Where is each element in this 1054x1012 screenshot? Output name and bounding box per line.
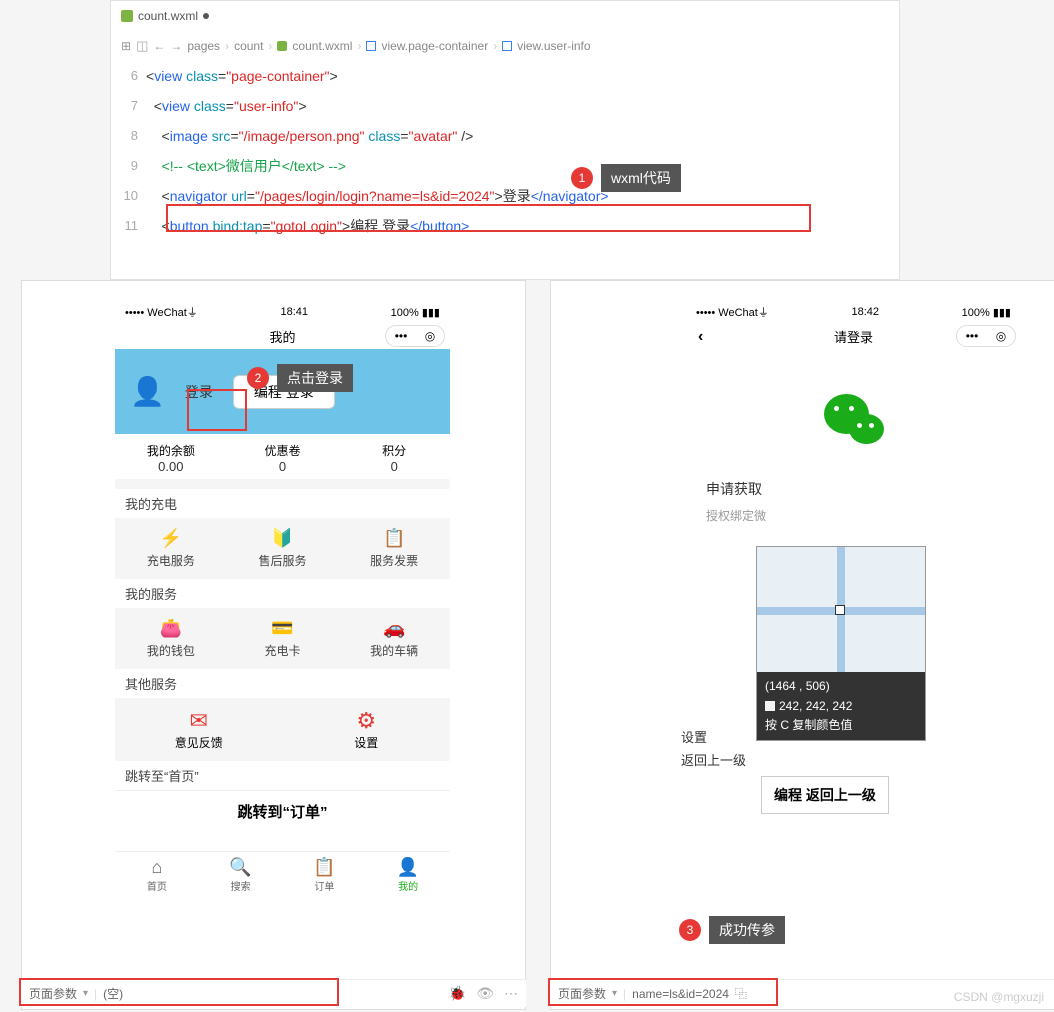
stats-row: 我的余额0.00 优惠卷0 积分0 [115,434,450,489]
tab-order[interactable]: 📋订单 [283,852,367,901]
simulator-panel-1: ••••• WeChat⏚ 18:41 100% ▮▮▮ 我的 •••◎ 👤 登… [21,280,526,1010]
mail-icon: ✉ [115,708,283,734]
highlight-params-value [548,978,778,1006]
callout-2: 2 点击登录 [247,364,353,392]
highlight-login-link [187,389,247,431]
tab-mine[interactable]: 👤我的 [366,852,450,901]
callout-1: 1 wxml代码 [571,164,681,192]
breadcrumb-seg[interactable]: pages [187,39,220,53]
section-service: 我的服务 [115,579,450,608]
grid-after-sale[interactable]: 🔰售后服务 [227,518,339,579]
callout-3: 3 成功传参 [679,916,785,944]
tabbar: ⌂首页 🔍搜索 📋订单 👤我的 [115,851,450,901]
car-icon: 🚗 [338,618,450,639]
wechat-logo-icon [819,389,889,449]
breadcrumb-seg[interactable]: count.wxml [292,39,352,53]
grid-feedback[interactable]: ✉意见反馈 [115,708,283,751]
section-other: 其他服务 [115,669,450,698]
callout-badge: 2 [247,367,269,389]
editor-tabs: count.wxml [111,1,899,31]
callout-label: 点击登录 [277,364,353,392]
file-icon [277,41,287,51]
stat-points[interactable]: 积分0 [338,434,450,479]
gear-icon: ⚙ [283,708,451,734]
picker-info: (1464 , 506) 242, 242, 242 按 C 复制颜色值 [757,672,925,740]
callout-label: wxml代码 [601,164,681,192]
person-icon: 👤 [130,375,165,408]
highlight-line-10 [166,204,811,232]
invoice-icon: 📋 [338,528,450,549]
modified-indicator [203,13,209,19]
auth-request-text: 申请获取 [686,479,1021,499]
back-icon[interactable]: ‹ [698,328,703,346]
home-icon: ⌂ [115,857,199,878]
capsule-buttons[interactable]: •••◎ [956,325,1016,347]
tab-filename: count.wxml [138,9,198,23]
grid-charge-service[interactable]: ⚡充电服务 [115,518,227,579]
phone-status-bar: ••••• WeChat⏚ 18:41 100% ▮▮▮ [115,301,450,323]
capsule-buttons[interactable]: •••◎ [385,325,445,347]
service-icon: 🔰 [227,528,339,549]
section-charging: 我的充电 [115,489,450,518]
grid-invoice[interactable]: 📋服务发票 [338,518,450,579]
element-icon [366,41,376,51]
element-icon [502,41,512,51]
picker-coord: (1464 , 506) [765,677,917,696]
wxml-file-icon [121,10,133,22]
page-params-bar-1: 页面参数 ▾ | (空) 🐞 👁 ⋯ [21,979,526,1007]
phone-nav-title: 我的 •••◎ [115,323,450,349]
breadcrumb-seg[interactable]: count [234,39,263,53]
phone-status-bar: ••••• WeChat⏚ 18:42 100% ▮▮▮ [686,301,1021,323]
auth-subtitle: 授权绑定微 [686,499,1021,532]
card-icon: 💳 [227,618,339,639]
picker-hint: 按 C 复制颜色值 [765,716,917,735]
grid-car[interactable]: 🚗我的车辆 [338,608,450,669]
callout-label: 成功传参 [709,916,785,944]
highlight-params-empty [19,978,339,1006]
callout-badge: 3 [679,919,701,941]
tab-home[interactable]: ⌂首页 [115,852,199,901]
more-icon[interactable]: ⋯ [504,985,518,1002]
bug-icon[interactable]: 🐞 [449,985,466,1002]
jump-order-button[interactable]: 跳转到“订单” [115,790,450,832]
grid-settings[interactable]: ⚙设置 [283,708,451,751]
jump-label: 跳转至“首页” [115,761,450,790]
program-back-button[interactable]: 编程 返回上一级 [761,776,889,814]
code-editor-panel: count.wxml ⊞ ◫ ← → pages› count› count.w… [110,0,900,280]
phone-nav-title: ‹ 请登录 •••◎ [686,323,1021,349]
phone-frame-2: ••••• WeChat⏚ 18:42 100% ▮▮▮ ‹ 请登录 •••◎ … [686,301,1021,901]
order-icon: 📋 [283,857,367,878]
charge-icon: ⚡ [115,528,227,549]
grid-card[interactable]: 💳充电卡 [227,608,339,669]
callout-badge: 1 [571,167,593,189]
breadcrumb-seg[interactable]: view.page-container [381,39,488,53]
stat-balance[interactable]: 我的余额0.00 [115,434,227,479]
link-list[interactable]: 设置 返回上一级 [681,726,746,773]
breadcrumb-bar: ⊞ ◫ ← → pages› count› count.wxml› view.p… [111,31,899,61]
stat-coupon[interactable]: 优惠卷0 [227,434,339,479]
color-picker-magnifier: (1464 , 506) 242, 242, 242 按 C 复制颜色值 [756,546,926,741]
wallet-icon: 👛 [115,618,227,639]
nav-fwd-icon[interactable]: → [170,39,182,53]
picker-rgb: 242, 242, 242 [779,699,852,713]
layout-icon[interactable]: ⊞ [121,39,131,53]
watermark: CSDN @mgxuzji [954,990,1044,1004]
user-icon: 👤 [366,857,450,878]
search-icon: 🔍 [199,857,283,878]
eye-icon[interactable]: 👁 [476,985,494,1002]
color-swatch [765,701,775,711]
grid-wallet[interactable]: 👛我的钱包 [115,608,227,669]
line-gutter: 678 91011 [111,61,146,241]
bookmark-icon[interactable]: ◫ [136,38,148,54]
simulator-panel-2: ••••• WeChat⏚ 18:42 100% ▮▮▮ ‹ 请登录 •••◎ … [550,280,1054,1010]
nav-back-icon[interactable]: ← [153,39,165,53]
breadcrumb-seg[interactable]: view.user-info [517,39,590,53]
editor-tab[interactable]: count.wxml [111,4,219,28]
tab-search[interactable]: 🔍搜索 [199,852,283,901]
